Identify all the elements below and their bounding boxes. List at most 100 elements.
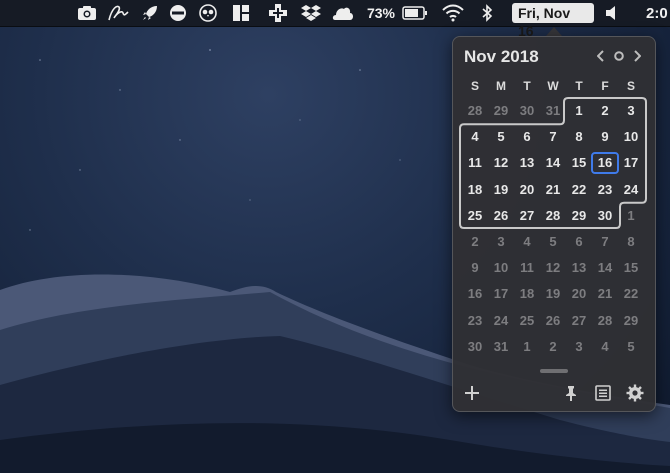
day-cell[interactable]: 25 bbox=[514, 311, 540, 331]
menu-clock[interactable]: 2:0 bbox=[646, 0, 670, 26]
weekday-label: M bbox=[496, 79, 506, 93]
day-cell-today[interactable]: 16 bbox=[591, 152, 619, 175]
day-cell[interactable]: 17 bbox=[488, 284, 514, 304]
day-cell[interactable]: 3 bbox=[618, 101, 644, 121]
day-cell[interactable]: 22 bbox=[618, 284, 644, 304]
day-cell[interactable]: 7 bbox=[592, 232, 618, 252]
day-cell[interactable]: 25 bbox=[462, 206, 488, 226]
no-entry-icon[interactable] bbox=[168, 0, 188, 26]
day-cell[interactable]: 17 bbox=[618, 153, 644, 173]
day-cell[interactable]: 26 bbox=[540, 311, 566, 331]
day-cell[interactable]: 3 bbox=[566, 337, 592, 357]
month-title: Nov 2018 bbox=[464, 47, 539, 66]
day-cell[interactable]: 5 bbox=[488, 127, 514, 147]
day-cell[interactable]: 21 bbox=[592, 284, 618, 304]
day-cell[interactable]: 18 bbox=[514, 284, 540, 304]
day-cell[interactable]: 10 bbox=[488, 258, 514, 278]
day-cell[interactable]: 9 bbox=[462, 258, 488, 278]
day-cell[interactable]: 7 bbox=[540, 127, 566, 147]
signature-icon[interactable] bbox=[106, 0, 130, 26]
day-cell[interactable]: 6 bbox=[514, 127, 540, 147]
bluetooth-icon[interactable] bbox=[479, 0, 495, 26]
day-cell[interactable]: 13 bbox=[566, 258, 592, 278]
owl-icon[interactable] bbox=[197, 0, 219, 26]
battery-icon[interactable] bbox=[401, 0, 429, 26]
day-cell[interactable]: 27 bbox=[566, 311, 592, 331]
day-cell[interactable]: 30 bbox=[462, 337, 488, 357]
day-cell[interactable]: 2 bbox=[540, 337, 566, 357]
add-event-button[interactable] bbox=[460, 381, 484, 405]
day-cell[interactable]: 30 bbox=[592, 206, 618, 226]
pin-button[interactable] bbox=[559, 381, 583, 405]
day-cell[interactable]: 23 bbox=[462, 311, 488, 331]
day-cell[interactable]: 26 bbox=[488, 206, 514, 226]
settings-button[interactable] bbox=[623, 381, 647, 405]
day-cell[interactable]: 28 bbox=[540, 206, 566, 226]
day-cell[interactable]: 15 bbox=[566, 153, 592, 173]
day-cell[interactable]: 4 bbox=[514, 232, 540, 252]
day-cell[interactable]: 24 bbox=[488, 311, 514, 331]
chevron-left-icon bbox=[597, 50, 604, 62]
day-cell[interactable]: 1 bbox=[566, 101, 592, 121]
day-cell[interactable]: 1 bbox=[514, 337, 540, 357]
day-cell[interactable]: 1 bbox=[618, 206, 644, 226]
resize-handle[interactable] bbox=[540, 369, 568, 373]
day-cell[interactable]: 22 bbox=[566, 180, 592, 200]
day-cell[interactable]: 29 bbox=[566, 206, 592, 226]
volume-icon[interactable] bbox=[603, 0, 621, 26]
day-cell[interactable]: 5 bbox=[618, 337, 644, 357]
day-cell[interactable]: 20 bbox=[514, 180, 540, 200]
day-cell[interactable]: 20 bbox=[566, 284, 592, 304]
notes-button[interactable] bbox=[591, 381, 615, 405]
day-cell[interactable]: 14 bbox=[540, 153, 566, 173]
camera-icon[interactable] bbox=[76, 0, 98, 26]
day-cell[interactable]: 9 bbox=[592, 127, 618, 147]
day-cell[interactable]: 29 bbox=[488, 101, 514, 121]
layout-icon[interactable] bbox=[231, 0, 251, 26]
day-cell[interactable]: 4 bbox=[592, 337, 618, 357]
day-cell[interactable]: 11 bbox=[462, 153, 488, 173]
day-cell[interactable]: 2 bbox=[462, 232, 488, 252]
day-cell[interactable]: 29 bbox=[618, 311, 644, 331]
day-cell[interactable]: 23 bbox=[592, 180, 618, 200]
day-cell[interactable]: 12 bbox=[488, 153, 514, 173]
prev-month-button[interactable] bbox=[595, 48, 607, 64]
dropbox-icon[interactable] bbox=[300, 0, 322, 26]
date-menu-item[interactable]: Fri, Nov 16 bbox=[512, 0, 594, 39]
day-cell[interactable]: 31 bbox=[488, 337, 514, 357]
day-cell[interactable]: 31 bbox=[540, 101, 566, 121]
day-cell[interactable]: 21 bbox=[540, 180, 566, 200]
date-label: Fri, Nov 16 bbox=[512, 3, 594, 39]
weekday-label: S bbox=[626, 79, 635, 93]
day-cell[interactable]: 6 bbox=[566, 232, 592, 252]
day-cell[interactable]: 11 bbox=[514, 258, 540, 278]
day-cell[interactable]: 12 bbox=[540, 258, 566, 278]
today-button[interactable] bbox=[612, 48, 626, 64]
plus-cross-icon[interactable] bbox=[267, 0, 289, 26]
day-cell[interactable]: 8 bbox=[566, 127, 592, 147]
rocket-icon[interactable] bbox=[140, 0, 160, 26]
day-cell[interactable]: 10 bbox=[618, 127, 644, 147]
next-month-button[interactable] bbox=[631, 48, 643, 64]
day-cell[interactable]: 13 bbox=[514, 153, 540, 173]
day-cell[interactable]: 27 bbox=[514, 206, 540, 226]
day-cell[interactable]: 28 bbox=[462, 101, 488, 121]
day-cell[interactable]: 14 bbox=[592, 258, 618, 278]
calendar-popover: Nov 2018 SMTWTFS 28 29 30 31 1 2 3 4 5 6 7 8 9 10 11 12… bbox=[452, 36, 656, 412]
day-cell[interactable]: 5 bbox=[540, 232, 566, 252]
cloud-icon[interactable] bbox=[331, 0, 355, 26]
wifi-icon[interactable] bbox=[441, 0, 465, 26]
day-cell[interactable]: 2 bbox=[592, 101, 618, 121]
day-cell[interactable]: 19 bbox=[488, 180, 514, 200]
day-cell[interactable]: 30 bbox=[514, 101, 540, 121]
day-cell[interactable]: 19 bbox=[540, 284, 566, 304]
day-cell[interactable]: 4 bbox=[462, 127, 488, 147]
day-cell[interactable]: 3 bbox=[488, 232, 514, 252]
day-cell[interactable]: 18 bbox=[462, 180, 488, 200]
day-cell[interactable]: 16 bbox=[462, 284, 488, 304]
day-cell[interactable]: 28 bbox=[592, 311, 618, 331]
weekday-label: T bbox=[575, 79, 583, 93]
day-cell[interactable]: 15 bbox=[618, 258, 644, 278]
day-cell[interactable]: 24 bbox=[618, 180, 644, 200]
day-cell[interactable]: 8 bbox=[618, 232, 644, 252]
